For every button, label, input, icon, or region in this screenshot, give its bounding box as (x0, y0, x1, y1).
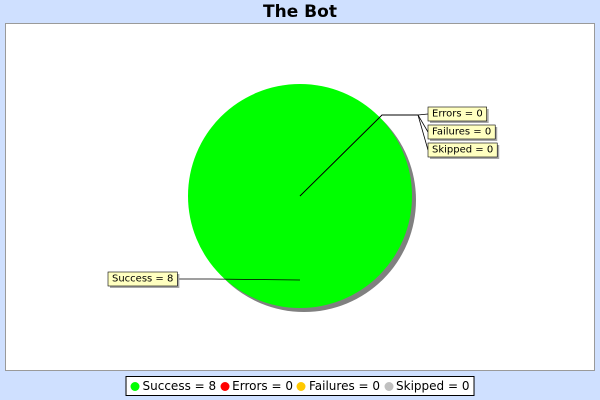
pie-label-failures: Failures = 0 (427, 124, 498, 141)
legend-label-success: Success = 8 (142, 379, 217, 393)
legend-label-errors: Errors = 0 (232, 379, 293, 393)
legend-item-failures: Failures = 0 (296, 379, 381, 393)
legend-swatch-success (130, 381, 140, 391)
pie-label-text-success: Success = 8 (112, 274, 173, 285)
pie-label-text-skipped: Skipped = 0 (432, 145, 493, 156)
pie-chart: Success = 8 Errors = 0 Failures = 0 Skipped… (107, 84, 500, 312)
pie-label-skipped: Skipped = 0 (427, 142, 500, 159)
pie-label-text-failures: Failures = 0 (432, 127, 491, 138)
legend-swatch-failures (296, 381, 306, 391)
pie-label-success: Success = 8 (107, 271, 180, 288)
pie-label-errors: Errors = 0 (427, 106, 489, 123)
legend-label-failures: Failures = 0 (308, 379, 381, 393)
legend-swatch-skipped (384, 381, 394, 391)
legend-label-skipped: Skipped = 0 (396, 379, 470, 393)
legend-item-success: Success = 8 (130, 379, 217, 393)
legend: Success = 8 Errors = 0 Failures = 0 Skipped… (125, 376, 475, 396)
pie-label-text-errors: Errors = 0 (432, 109, 483, 120)
legend-item-errors: Errors = 0 (220, 379, 293, 393)
legend-swatch-errors (220, 381, 230, 391)
legend-item-skipped: Skipped = 0 (384, 379, 469, 393)
